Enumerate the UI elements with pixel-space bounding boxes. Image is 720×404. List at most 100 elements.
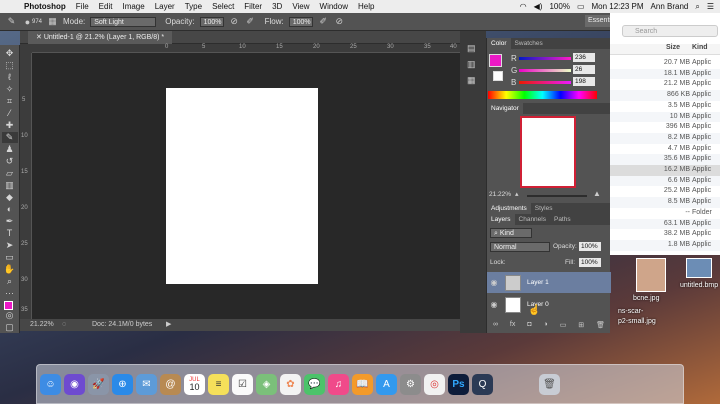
menu-help[interactable]: Help (358, 2, 374, 11)
history-brush-tool-icon[interactable]: ↺ (2, 156, 18, 167)
tab-channels[interactable]: Channels (515, 214, 550, 225)
layer-fill-field[interactable]: 100% (579, 258, 601, 267)
tab-swatches[interactable]: Swatches (511, 38, 547, 49)
ruler-horizontal[interactable]: 0 5 10 15 20 25 30 35 40 (32, 44, 460, 53)
foreground-color-chip[interactable] (489, 54, 502, 67)
color-swatches-icon[interactable] (2, 300, 18, 315)
dodge-tool-icon[interactable]: ◐ (2, 204, 18, 215)
finder-row[interactable]: 4.7 MB Applic (610, 144, 720, 155)
finder-row[interactable]: 6.6 MB Applic (610, 175, 720, 187)
menu-filter[interactable]: Filter (244, 2, 262, 11)
foreground-color-swatch[interactable] (3, 301, 13, 310)
zoom-out-icon[interactable]: ▴ (515, 190, 519, 198)
finder-row[interactable]: 3.5 MB Applic (610, 101, 720, 112)
eyedropper-tool-icon[interactable]: ⁄ (2, 108, 18, 119)
menu-3d[interactable]: 3D (272, 2, 282, 11)
finder-search-field[interactable]: Search (622, 25, 718, 37)
new-layer-icon[interactable]: ⊞ (578, 321, 584, 333)
finder-row[interactable]: 21.2 MB Applic (610, 79, 720, 90)
size-pressure-icon[interactable]: ⊘ (334, 16, 345, 27)
link-layers-icon[interactable]: ∞ (493, 321, 498, 333)
desktop-file-thumb[interactable] (636, 258, 666, 292)
panel-icon-brush[interactable]: ▦ (467, 75, 476, 86)
panel-icon-properties[interactable]: ▥ (467, 59, 476, 70)
group-icon[interactable]: ▭ (560, 321, 567, 333)
launchpad-icon[interactable]: 🚀 (88, 373, 109, 395)
layer-row[interactable]: ◉ Layer 1 (487, 272, 611, 293)
finder-row[interactable]: 866 KB Applic (610, 90, 720, 101)
path-select-tool-icon[interactable]: ➤ (2, 240, 18, 251)
blur-tool-icon[interactable]: ◆ (2, 192, 18, 203)
tab-color[interactable]: Color (487, 38, 511, 49)
menu-type[interactable]: Type (185, 2, 202, 11)
photos-icon[interactable]: ✿ (280, 373, 301, 395)
finder-row[interactable]: 396 MB Applic (610, 122, 720, 133)
desktop-file-thumb[interactable] (686, 258, 712, 278)
finder-row[interactable]: -- Folder (610, 208, 720, 219)
flow-field[interactable]: 100% (288, 16, 313, 27)
menu-image[interactable]: Image (122, 2, 144, 11)
brush-tool-preset-icon[interactable]: ✎ (6, 16, 17, 27)
finder-row[interactable]: 20.7 MB Applic (610, 58, 720, 69)
navigator-zoom-slider[interactable] (527, 195, 587, 197)
panel-icon-history[interactable]: ▤ (467, 43, 476, 54)
menu-layer[interactable]: Layer (155, 2, 175, 11)
volume-icon[interactable]: ◀) (534, 2, 543, 11)
gradient-tool-icon[interactable]: ▥ (2, 180, 18, 191)
tab-adjustments[interactable]: Adjustments (487, 203, 531, 214)
marquee-tool-icon[interactable]: ⬚ (2, 60, 18, 71)
lasso-tool-icon[interactable]: ℓ (2, 72, 18, 83)
desktop-file-label[interactable]: ns-scar- (618, 308, 643, 315)
finder-row[interactable]: 18.1 MB Applic (610, 68, 720, 80)
trash-icon[interactable]: 🗑 (596, 321, 605, 333)
status-menu-icon[interactable]: ▶ (166, 319, 171, 331)
search-icon[interactable]: ⌕ (695, 2, 699, 12)
mode-select[interactable]: Soft Light (90, 16, 157, 27)
ruler-vertical[interactable]: 5 10 15 20 25 30 35 (20, 53, 32, 319)
eraser-tool-icon[interactable]: ▱ (2, 168, 18, 179)
ibooks-icon[interactable]: 📖 (352, 373, 373, 395)
finder-row[interactable]: 25.2 MB Applic (610, 186, 720, 197)
menu-view[interactable]: View (292, 2, 309, 11)
layer-row[interactable]: ◉ Layer 0 (487, 294, 611, 315)
list-icon[interactable]: ☰ (707, 2, 714, 11)
visibility-eye-icon[interactable]: ◉ (487, 300, 501, 309)
pen-tool-icon[interactable]: ✒ (2, 216, 18, 227)
close-icon[interactable]: ✕ (36, 34, 44, 41)
app-store-icon[interactable]: A (376, 373, 397, 395)
system-preferences-icon[interactable]: ⚙ (400, 373, 421, 395)
tab-paths[interactable]: Paths (550, 214, 575, 225)
navigator-preview[interactable] (520, 116, 576, 188)
finder-row[interactable]: 63.1 MB Applic (610, 218, 720, 230)
battery-level[interactable]: 100% (549, 2, 569, 11)
layer-mask-icon[interactable]: ◘ (527, 321, 531, 333)
safari-icon[interactable]: ⊕ (112, 373, 133, 395)
crop-tool-icon[interactable]: ⌗ (2, 96, 18, 107)
visibility-eye-icon[interactable]: ◉ (487, 278, 501, 287)
zoom-level[interactable]: 21.22% (30, 319, 54, 331)
menu-window[interactable]: Window (320, 2, 348, 11)
desktop-file-label[interactable]: p2-small.jpg (618, 318, 656, 325)
layer-style-icon[interactable]: fx (510, 321, 515, 333)
clock[interactable]: Mon 12:23 PM (592, 2, 644, 11)
desktop-file-label[interactable]: untitled.bmp (680, 282, 718, 289)
quick-select-tool-icon[interactable]: ✧ (2, 84, 18, 95)
zoom-tool-icon[interactable]: ⌕ (2, 276, 18, 287)
workspace-switcher[interactable]: Essentials (585, 15, 620, 27)
finder-row[interactable]: 8.5 MB Applic (610, 197, 720, 208)
adjustment-layer-icon[interactable]: ◑ (544, 321, 548, 333)
layer-opacity-field[interactable]: 100% (579, 242, 601, 251)
shape-tool-icon[interactable]: ▭ (2, 252, 18, 263)
menu-select[interactable]: Select (212, 2, 234, 11)
finder-row[interactable]: 38.2 MB Applic (610, 229, 720, 240)
move-tool-icon[interactable]: ✥ (2, 48, 18, 59)
contacts-icon[interactable]: @ (160, 373, 181, 395)
finder-row[interactable]: 16.2 MB Applic (610, 165, 720, 176)
finder-row[interactable]: 1.8 MB Applic (610, 239, 720, 251)
itunes-icon[interactable]: ♫ (328, 373, 349, 395)
b-slider[interactable] (519, 81, 571, 84)
layer-filter-kind[interactable]: ⌕ Kind (490, 228, 532, 238)
r-slider[interactable] (519, 57, 571, 60)
reminders-icon[interactable]: ☑ (232, 373, 253, 395)
finder-row[interactable]: 10 MB Applic (610, 111, 720, 123)
